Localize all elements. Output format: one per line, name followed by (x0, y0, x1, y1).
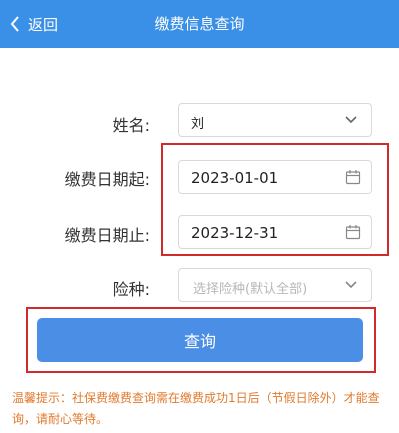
end-date-label: 缴费日期止: (64, 226, 150, 245)
chevron-down-icon (345, 116, 357, 124)
name-select[interactable]: 刘 (178, 103, 372, 137)
tip-text: 温馨提示：社保费缴费查询需在缴费成功1日后（节假日除外）才能查询，请耐心等待。 (12, 391, 380, 426)
start-date-label: 缴费日期起: (64, 170, 150, 189)
name-label: 姓名: (112, 116, 150, 135)
insurance-placeholder: 选择险种(默认全部) (193, 282, 308, 297)
date-highlight-box (161, 143, 389, 256)
insurance-select[interactable]: 选择险种(默认全部) (178, 268, 372, 302)
chevron-down-icon (345, 281, 357, 289)
top-bar: 返回 缴费信息查询 (0, 0, 399, 48)
page-title: 缴费信息查询 (154, 15, 245, 33)
insurance-label: 险种: (112, 280, 150, 299)
query-button[interactable]: 查询 (37, 318, 363, 362)
name-value: 刘 (191, 117, 205, 132)
